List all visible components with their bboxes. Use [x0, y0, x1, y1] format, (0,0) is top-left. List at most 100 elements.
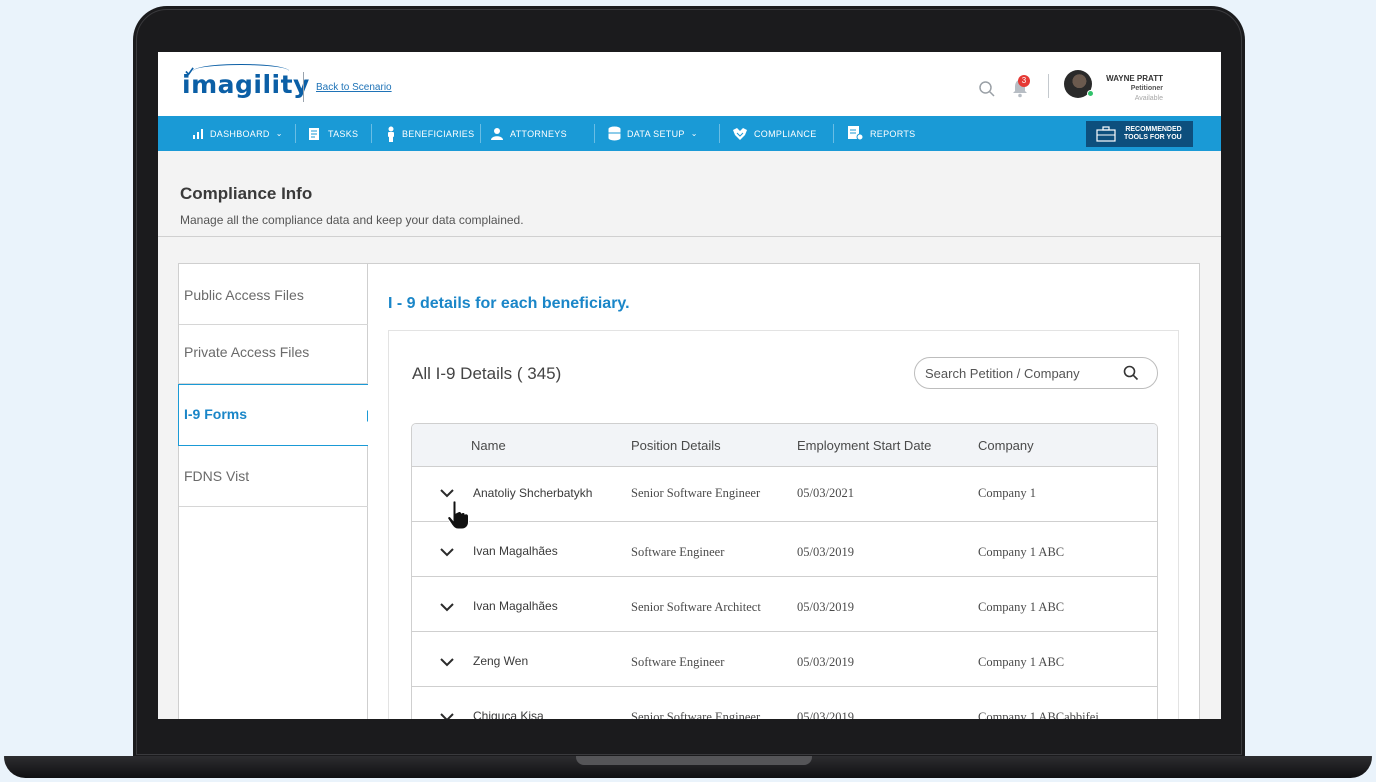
side-item-private-access-files[interactable]: Private Access Files — [179, 325, 368, 384]
table-row[interactable]: Ivan Magalhães Software Engineer 05/03/2… — [412, 522, 1157, 577]
cell-name: Chiguca Kisa — [473, 709, 544, 719]
search-icon[interactable] — [978, 80, 996, 98]
i9-details-card: All I-9 Details ( 345) Name Position Det… — [388, 330, 1179, 719]
nav-item-compliance[interactable]: COMPLIANCE — [732, 116, 817, 151]
user-role: Petitioner — [1130, 85, 1163, 92]
cell-name: Zeng Wen — [473, 654, 529, 668]
nav-label: DASHBOARD — [210, 128, 270, 139]
laptop-notch — [576, 756, 812, 765]
divider — [833, 124, 834, 143]
online-status-dot — [1087, 90, 1094, 97]
hand-cursor-icon — [447, 500, 469, 530]
cell-position: Senior Software Architect — [631, 600, 761, 614]
chevron-down-icon: ⌄ — [690, 129, 698, 138]
cell-name: Anatoliy Shcherbatykh — [473, 486, 593, 500]
app-screen: imagility Back to Scenario 3 WAYNE PRATT… — [158, 52, 1221, 719]
cell-company: Company 1 ABC — [978, 655, 1065, 669]
i9-table: Name Position Details Employment Start D… — [411, 423, 1158, 719]
divider — [295, 124, 296, 143]
side-item-public-access-files[interactable]: Public Access Files — [179, 264, 368, 325]
search-field[interactable] — [914, 357, 1158, 389]
column-header-start-date[interactable]: Employment Start Date — [797, 438, 931, 453]
cell-company: Company 1 ABC — [978, 545, 1065, 559]
table-row[interactable]: Chiguca Kisa Senior Software Engineer 05… — [412, 687, 1157, 719]
cell-name: Ivan Magalhães — [473, 599, 558, 613]
cell-start-date: 05/03/2019 — [797, 545, 854, 559]
handshake-icon — [733, 127, 747, 140]
cell-company: Company 1 — [978, 486, 1036, 500]
chevron-down-icon[interactable] — [440, 603, 454, 612]
divider — [303, 72, 304, 102]
chevron-down-icon: ⌄ — [275, 129, 283, 138]
column-header-position[interactable]: Position Details — [631, 438, 721, 453]
nav-item-attorneys[interactable]: ATTORNEYS — [490, 116, 567, 151]
nav-label: COMPLIANCE — [754, 128, 817, 139]
side-item-i9-forms[interactable]: I-9 Forms — [178, 384, 369, 446]
side-item-fdns-vist[interactable]: FDNS Vist — [179, 446, 368, 507]
cell-start-date: 05/03/2019 — [797, 600, 854, 614]
chevron-down-icon[interactable] — [440, 489, 454, 498]
nav-item-dashboard[interactable]: DASHBOARD ⌄ — [193, 116, 283, 151]
chevron-down-icon[interactable] — [440, 658, 454, 667]
cell-name: Ivan Magalhães — [473, 544, 558, 558]
cell-start-date: 05/03/2019 — [797, 655, 854, 669]
table-header: Name Position Details Employment Start D… — [412, 424, 1157, 467]
nav-item-beneficiaries[interactable]: BENEFICIARIES — [386, 116, 474, 151]
people-icon — [388, 126, 394, 142]
table-row[interactable]: Zeng Wen Software Engineer 05/03/2019 Co… — [412, 632, 1157, 687]
search-input[interactable] — [925, 365, 1123, 381]
divider — [594, 124, 595, 143]
app-logo[interactable]: imagility — [182, 70, 310, 99]
back-to-scenario-link[interactable]: Back to Scenario — [316, 82, 392, 93]
user-status: Available — [1134, 95, 1163, 102]
main-panel: I - 9 details for each beneficiary. All … — [368, 263, 1200, 719]
report-icon — [848, 126, 864, 141]
page-header: Compliance Info Manage all the complianc… — [158, 151, 1221, 237]
task-list-icon — [309, 127, 319, 140]
cell-start-date: 05/03/2019 — [797, 710, 854, 719]
bar-chart-icon — [193, 128, 203, 139]
nav-label: REPORTS — [870, 128, 916, 139]
cell-position: Software Engineer — [631, 655, 725, 669]
nav-item-tasks[interactable]: TASKS — [308, 116, 358, 151]
divider — [480, 124, 481, 143]
toolbox-icon — [1096, 126, 1116, 142]
recommended-line-1: RECOMMENDED — [1125, 126, 1182, 133]
notification-badge: 3 — [1018, 75, 1030, 87]
section-title: I - 9 details for each beneficiary. — [388, 295, 630, 312]
chevron-down-icon[interactable] — [440, 713, 454, 719]
divider — [719, 124, 720, 143]
nav-item-data-setup[interactable]: DATA SETUP ⌄ — [608, 116, 698, 151]
nav-label: TASKS — [328, 128, 359, 139]
column-header-company[interactable]: Company — [978, 438, 1034, 453]
compliance-side-menu: Public Access Files Private Access Files… — [178, 263, 369, 719]
cell-company: Company 1 ABC — [978, 600, 1065, 614]
table-row[interactable]: Ivan Magalhães Senior Software Architect… — [412, 577, 1157, 632]
divider — [371, 124, 372, 143]
nav-label: BENEFICIARIES — [402, 128, 475, 139]
recommended-tools-button[interactable]: RECOMMENDED TOOLS FOR YOU — [1086, 121, 1193, 147]
laptop-base — [4, 756, 1372, 778]
divider — [1048, 74, 1049, 98]
cell-start-date: 05/03/2021 — [797, 486, 854, 500]
column-header-name[interactable]: Name — [471, 438, 506, 453]
nav-label: DATA SETUP — [627, 128, 685, 139]
cell-position: Software Engineer — [631, 545, 725, 559]
nav-item-reports[interactable]: REPORTS — [848, 116, 915, 151]
search-icon[interactable] — [1123, 365, 1139, 381]
nav-label: ATTORNEYS — [510, 128, 567, 139]
cell-position: Senior Software Engineer — [631, 486, 761, 500]
user-name: WAYNE PRATT — [1106, 74, 1163, 83]
chevron-down-icon[interactable] — [440, 548, 454, 557]
user-info[interactable]: WAYNE PRATT Petitioner Available — [1106, 74, 1163, 104]
card-title: All I-9 Details ( 345) — [412, 364, 562, 383]
recommended-line-2: TOOLS FOR YOU — [1124, 134, 1182, 141]
database-icon — [608, 126, 621, 141]
cell-company: Company 1 ABCabbifei — [978, 710, 1099, 719]
cell-position: Senior Software Engineer — [631, 710, 761, 719]
top-header: imagility Back to Scenario 3 WAYNE PRATT… — [158, 52, 1221, 116]
page-title: Compliance Info — [180, 184, 313, 203]
attorney-icon — [491, 127, 503, 140]
table-row[interactable]: Anatoliy Shcherbatykh Senior Software En… — [412, 467, 1157, 522]
page-subtitle: Manage all the compliance data and keep … — [180, 213, 524, 227]
